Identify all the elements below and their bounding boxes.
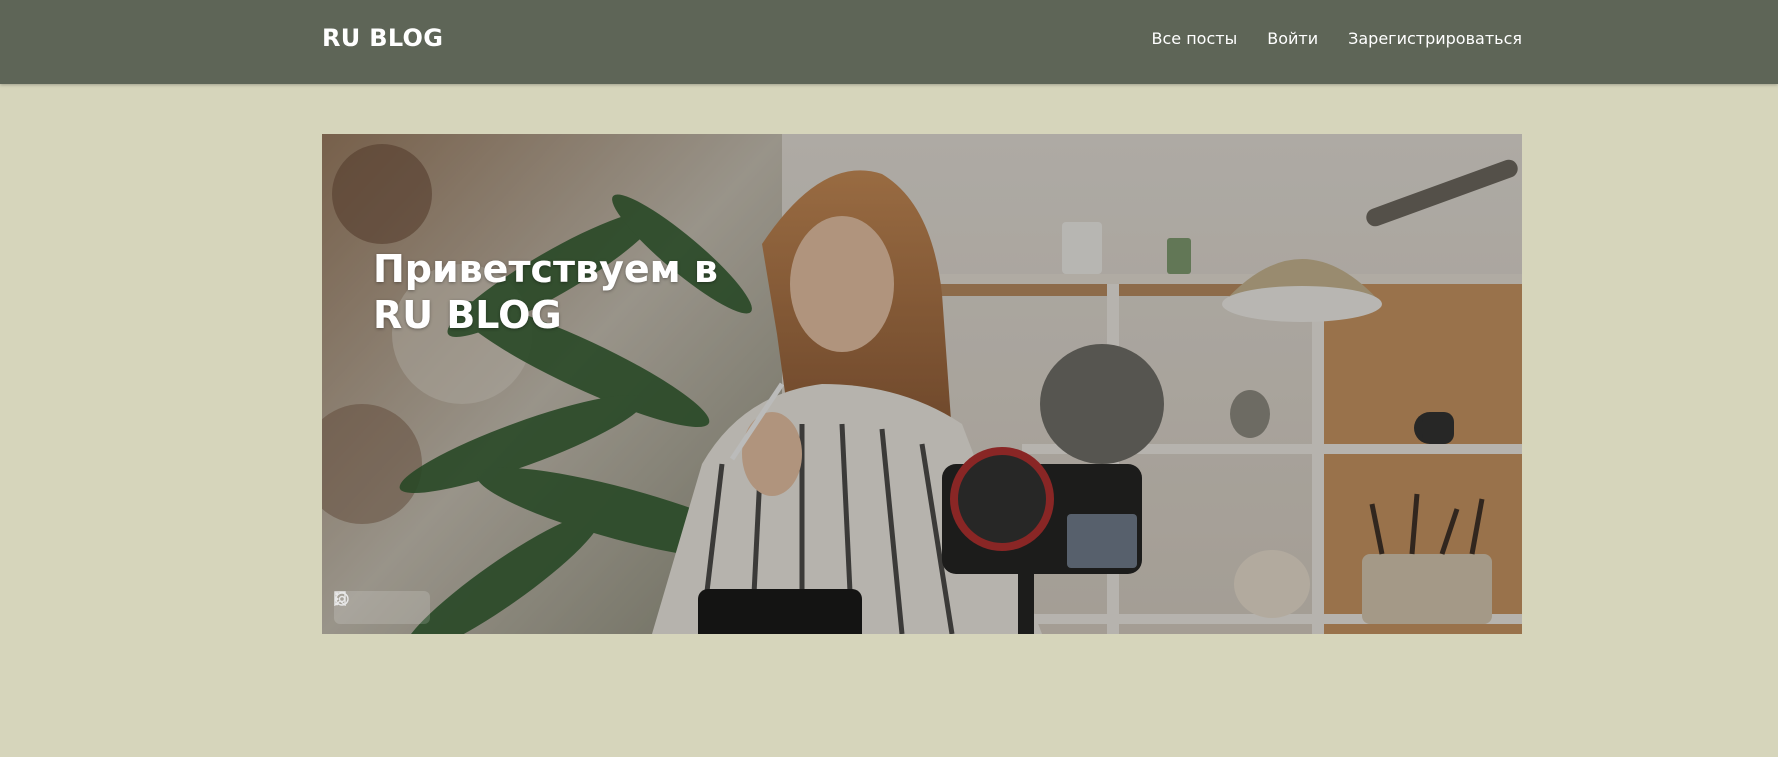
image-toolbar: [334, 591, 430, 624]
lens-icon[interactable]: [335, 592, 392, 616]
nav-login-link[interactable]: Войти: [1267, 29, 1318, 48]
navbar: RU BLOG Все посты Войти Зарегистрировать…: [0, 0, 1778, 84]
more-dots-icon[interactable]: [335, 592, 423, 616]
brand-logo[interactable]: RU BLOG: [322, 24, 443, 52]
hero-banner: Приветствуем в RU BLOG: [322, 134, 1522, 634]
nav-register-link[interactable]: Зарегистрироваться: [1348, 29, 1522, 48]
hero-title: Приветствуем в RU BLOG: [373, 247, 718, 337]
hero-overlay: [322, 134, 1522, 634]
nav-all-posts-link[interactable]: Все посты: [1152, 29, 1238, 48]
nav-links: Все посты Войти Зарегистрироваться: [1152, 29, 1522, 48]
